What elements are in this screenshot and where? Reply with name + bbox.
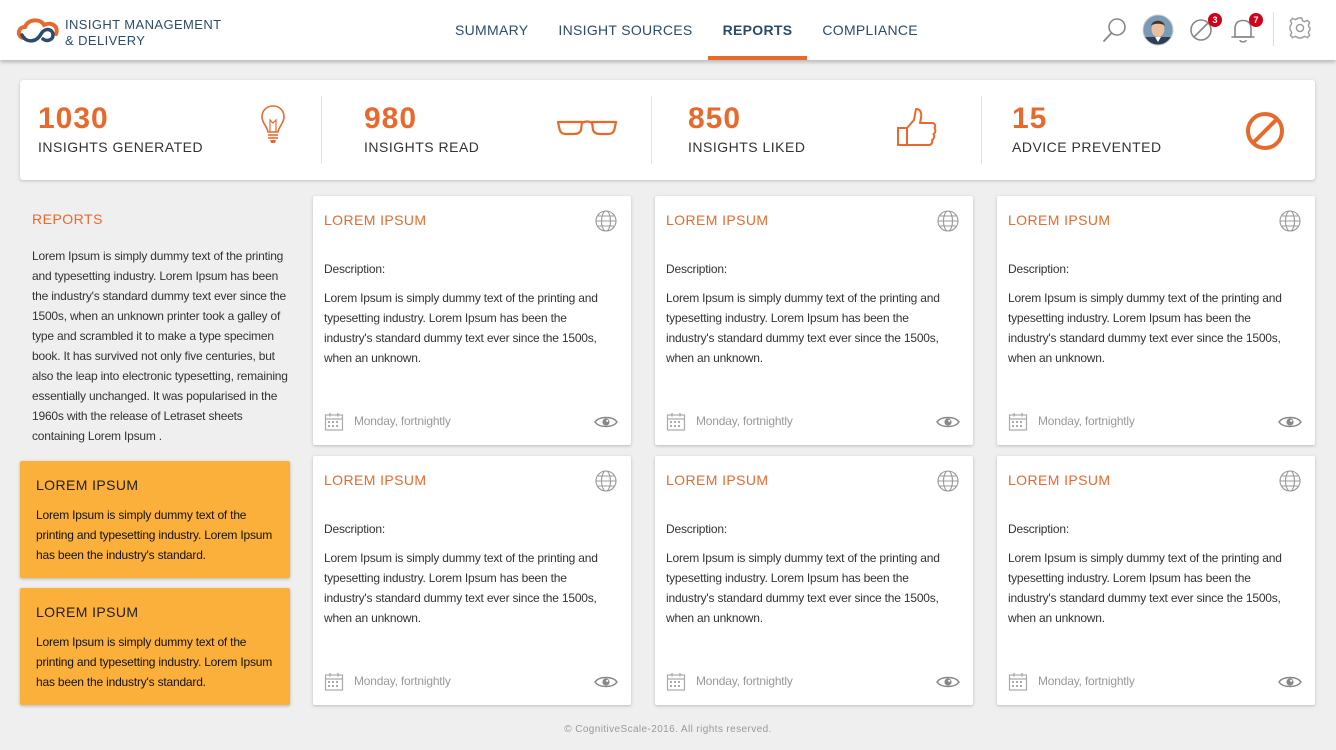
- stat-label: INSIGHTS LIKED: [688, 139, 806, 155]
- promo-title: LOREM IPSUM: [36, 477, 139, 493]
- prohibited-icon: [1246, 112, 1284, 150]
- footer-copyright: © CognitiveScale-2016. All rights reserv…: [564, 724, 772, 735]
- globe-icon[interactable]: [1278, 209, 1302, 233]
- eye-icon[interactable]: [593, 412, 619, 432]
- stat-value: 1030: [38, 102, 109, 135]
- card-schedule: Monday, fortnightly: [354, 674, 451, 688]
- card-description-label: Description:: [1008, 262, 1069, 276]
- eye-icon[interactable]: [1277, 672, 1303, 692]
- promo-title: LOREM IPSUM: [36, 604, 139, 620]
- promo-card[interactable]: LOREM IPSUM Lorem Ipsum is simply dummy …: [20, 461, 290, 578]
- globe-icon[interactable]: [594, 469, 618, 493]
- stat-divider: [321, 96, 322, 164]
- stat-value: 15: [1012, 102, 1048, 135]
- card-description: Lorem Ipsum is simply dummy text of the …: [666, 291, 940, 365]
- gear-icon[interactable]: [1284, 14, 1316, 46]
- stat-label: INSIGHTS READ: [364, 139, 480, 155]
- card-description-label: Description:: [324, 262, 385, 276]
- tab-insight-sources[interactable]: INSIGHT SOURCES: [543, 0, 707, 60]
- globe-icon[interactable]: [594, 209, 618, 233]
- stat-value: 850: [688, 102, 742, 135]
- stats-bar: 1030 INSIGHTS GENERATED 980 INSIGHTS REA…: [20, 80, 1315, 180]
- globe-icon[interactable]: [936, 469, 960, 493]
- card-title: LOREM IPSUM: [324, 212, 427, 228]
- card-description: Lorem Ipsum is simply dummy text of the …: [324, 291, 598, 365]
- card-description-label: Description:: [324, 522, 385, 536]
- calendar-icon: [324, 413, 344, 431]
- stat-advice-prevented: 15 ADVICE PREVENTED: [1012, 96, 1292, 164]
- card-description-label: Description:: [666, 522, 727, 536]
- logo-icon[interactable]: [16, 16, 60, 46]
- card-schedule: Monday, fortnightly: [1038, 414, 1135, 428]
- card-schedule: Monday, fortnightly: [696, 414, 793, 428]
- card-description: Lorem Ipsum is simply dummy text of the …: [1008, 291, 1282, 365]
- brand-name: INSIGHT MANAGEMENT & DELIVERY: [65, 17, 221, 49]
- report-card[interactable]: LOREM IPSUM Description: Lorem Ipsum is si…: [655, 196, 973, 445]
- report-card[interactable]: LOREM IPSUM Description: Lorem Ipsum is si…: [997, 196, 1315, 445]
- stat-label: INSIGHTS GENERATED: [38, 139, 204, 155]
- promo-card[interactable]: LOREM IPSUM Lorem Ipsum is simply dummy …: [20, 588, 290, 705]
- report-card[interactable]: LOREM IPSUM Description: Lorem Ipsum is si…: [655, 456, 973, 705]
- card-description: Lorem Ipsum is simply dummy text of the …: [1008, 551, 1282, 625]
- globe-icon[interactable]: [936, 209, 960, 233]
- search-icon[interactable]: [1099, 14, 1131, 46]
- eye-icon[interactable]: [593, 672, 619, 692]
- promo-text: Lorem Ipsum is simply dummy text of the …: [36, 635, 273, 689]
- card-title: LOREM IPSUM: [324, 472, 427, 488]
- card-schedule: Monday, fortnightly: [354, 414, 451, 428]
- header-divider: [1273, 12, 1274, 46]
- card-description-label: Description:: [666, 262, 727, 276]
- tab-reports[interactable]: REPORTS: [707, 0, 808, 60]
- glasses-icon: [556, 120, 618, 136]
- calendar-icon: [324, 673, 344, 691]
- notifications-badge: 7: [1249, 13, 1263, 27]
- prevented-badge: 3: [1208, 13, 1222, 27]
- eye-icon[interactable]: [1277, 412, 1303, 432]
- tab-compliance[interactable]: COMPLIANCE: [807, 0, 933, 60]
- stat-insights-liked: 850 INSIGHTS LIKED: [688, 96, 958, 164]
- eye-icon[interactable]: [935, 672, 961, 692]
- brand-line-1: INSIGHT MANAGEMENT: [65, 17, 222, 32]
- report-card[interactable]: LOREM IPSUM Description: Lorem Ipsum is si…: [313, 196, 631, 445]
- reports-heading: REPORTS: [32, 211, 103, 227]
- notifications-button[interactable]: 7: [1227, 13, 1263, 46]
- card-title: LOREM IPSUM: [1008, 472, 1111, 488]
- report-card[interactable]: LOREM IPSUM Description: Lorem Ipsum is si…: [997, 456, 1315, 705]
- card-schedule: Monday, fortnightly: [1038, 674, 1135, 688]
- card-title: LOREM IPSUM: [666, 472, 769, 488]
- card-title: LOREM IPSUM: [666, 212, 769, 228]
- stat-divider: [981, 96, 982, 164]
- globe-icon[interactable]: [1278, 469, 1302, 493]
- lightbulb-icon: [261, 105, 285, 143]
- calendar-icon: [666, 673, 686, 691]
- calendar-icon: [666, 413, 686, 431]
- stat-insights-generated: 1030 INSIGHTS GENERATED: [38, 96, 308, 164]
- stat-value: 980: [364, 102, 418, 135]
- stat-label: ADVICE PREVENTED: [1012, 139, 1162, 155]
- calendar-icon: [1008, 673, 1028, 691]
- promo-text: Lorem Ipsum is simply dummy text of the …: [36, 508, 273, 562]
- card-title: LOREM IPSUM: [1008, 212, 1111, 228]
- reports-description: Lorem Ipsum is simply dummy text of the …: [32, 249, 288, 443]
- brand-line-2: & DELIVERY: [65, 33, 146, 48]
- main-nav: SUMMARY INSIGHT SOURCES REPORTS COMPLIAN…: [440, 0, 933, 60]
- avatar[interactable]: [1142, 14, 1174, 46]
- card-schedule: Monday, fortnightly: [696, 674, 793, 688]
- thumbs-up-icon: [897, 108, 937, 146]
- card-description: Lorem Ipsum is simply dummy text of the …: [666, 551, 940, 625]
- advice-prevented-button[interactable]: 3: [1186, 13, 1222, 46]
- stat-divider: [651, 96, 652, 164]
- top-bar: INSIGHT MANAGEMENT & DELIVERY SUMMARY IN…: [0, 0, 1336, 60]
- stat-insights-read: 980 INSIGHTS READ: [364, 96, 634, 164]
- card-description: Lorem Ipsum is simply dummy text of the …: [324, 551, 598, 625]
- eye-icon[interactable]: [935, 412, 961, 432]
- tab-summary[interactable]: SUMMARY: [440, 0, 543, 60]
- report-card[interactable]: LOREM IPSUM Description: Lorem Ipsum is si…: [313, 456, 631, 705]
- card-description-label: Description:: [1008, 522, 1069, 536]
- calendar-icon: [1008, 413, 1028, 431]
